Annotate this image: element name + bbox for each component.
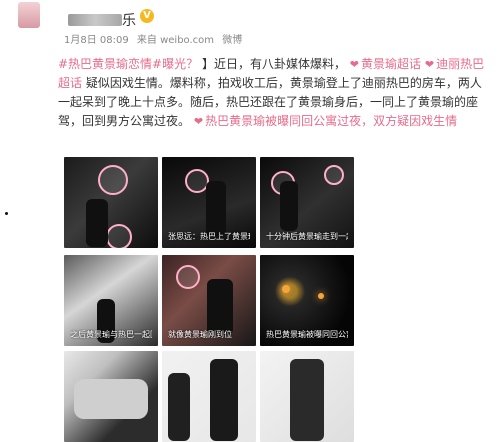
photo-5[interactable]: 就像黄景瑜刚到位 (162, 255, 256, 346)
tag-link-3[interactable]: 热巴黄景瑜被曝同回公寓过夜，双方疑因戏生情 (205, 114, 457, 128)
photo-caption: 之后黄景瑜与热巴一起回家 (70, 330, 152, 339)
photo-3[interactable]: 十分钟后黄景瑜走到一起再说话 (260, 157, 354, 248)
blurred-name (68, 14, 122, 26)
photo-caption: 张思远：热巴上了黄景瑜的车 (168, 232, 250, 241)
tag-link-1[interactable]: 黄景瑜超话 (361, 57, 421, 71)
photo-2[interactable]: 张思远：热巴上了黄景瑜的车 (162, 157, 256, 248)
user-name[interactable]: 乐 (122, 10, 136, 30)
left-dot (5, 212, 8, 215)
photo-4[interactable]: 之后黄景瑜与热巴一起回家 (64, 255, 158, 346)
photo-1[interactable] (64, 157, 158, 248)
tag-icon: ❤ (424, 58, 435, 71)
photo-grid: 张思远：热巴上了黄景瑜的车 十分钟后黄景瑜走到一起再说话 之后黄景瑜与热巴一起回… (64, 157, 358, 442)
post-header: 乐 V 1月8日 08:09 来自 weibo.com 微博 (0, 0, 499, 46)
tag-icon: ❤ (349, 58, 360, 71)
post-meta: 1月8日 08:09 来自 weibo.com 微博 (64, 31, 247, 46)
photo-7[interactable] (64, 351, 158, 442)
post-source[interactable]: 来自 weibo.com (137, 35, 214, 46)
photo-6[interactable]: 热巴黄景瑜被曝同回公寓 (260, 255, 354, 346)
timestamp: 1月8日 08:09 (64, 35, 129, 46)
photo-caption: 十分钟后黄景瑜走到一起再说话 (266, 232, 348, 241)
tag-icon: ❤ (193, 115, 204, 128)
verified-badge-icon: V (140, 9, 154, 23)
post-tag: 微博 (222, 35, 243, 46)
photo-8[interactable] (162, 351, 256, 442)
post-intro: 】近日，有八卦媒体爆料， (201, 57, 346, 71)
photo-caption: 就像黄景瑜刚到位 (168, 330, 232, 339)
photo-caption: 热巴黄景瑜被曝同回公寓 (266, 330, 348, 339)
post-text: #热巴黄景瑜恋情#曝光？ 】近日，有八卦媒体爆料， ❤ 黄景瑜超话 ❤ 迪丽热巴超话… (58, 55, 490, 131)
photo-9[interactable] (260, 351, 354, 442)
user-avatar[interactable] (18, 2, 40, 28)
hashtag-link[interactable]: #热巴黄景瑜恋情#曝光？ (58, 57, 198, 71)
